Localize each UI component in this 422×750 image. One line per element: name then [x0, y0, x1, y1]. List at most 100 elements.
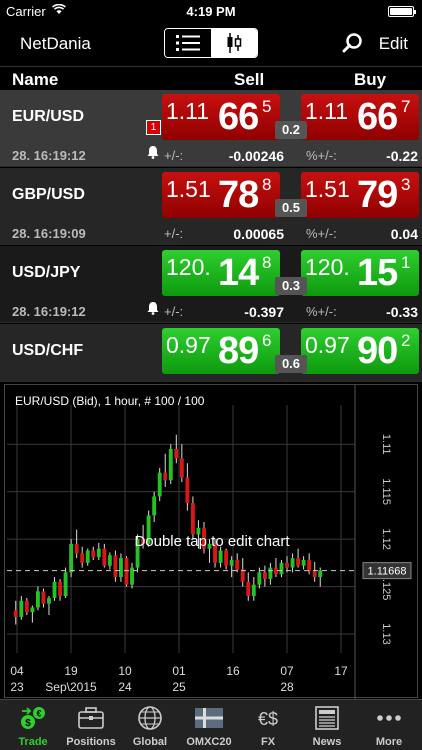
sell-quote[interactable]: 0.97 89 6 [162, 328, 280, 374]
candle-body [229, 559, 234, 566]
percent-change-label: %+/-: [306, 148, 337, 163]
tab-fx[interactable]: €$ FX [239, 700, 297, 750]
sell-price-prefix: 120. [166, 254, 211, 280]
candle-body [290, 558, 295, 568]
quote-row-usdchf[interactable]: USD/CHF 0.97 89 6 0.97 90 2 0.6 [0, 324, 422, 382]
candle-body [301, 559, 306, 566]
tab-label: Positions [66, 736, 116, 748]
more-icon [375, 705, 403, 731]
chart-title: EUR/USD (Bid), 1 hour, # 100 / 100 [15, 394, 205, 408]
candle-body [52, 581, 57, 598]
sell-price-pips: 66 [218, 96, 259, 138]
candle-body [168, 448, 173, 481]
spread-badge: 0.3 [275, 277, 307, 295]
change-value: -0.397 [244, 304, 284, 320]
tab-trade[interactable]: $ € Trade [4, 700, 62, 750]
chart-view-segment[interactable] [211, 29, 257, 57]
buy-price-fraction: 7 [401, 97, 411, 116]
price-chart[interactable]: 1.13 1.125 1.12 1.115 1.11 1.11668 04 19 10 01 16 0… [4, 384, 418, 699]
list-icon [176, 35, 200, 51]
tab-global[interactable]: Global [121, 700, 179, 750]
buy-price-fraction: 1 [401, 253, 411, 272]
tab-omxc20[interactable]: OMXC20 [180, 700, 238, 750]
candle-body [157, 472, 162, 497]
tab-more[interactable]: More [360, 700, 418, 750]
spread-badge: 0.5 [275, 199, 307, 217]
candle-body [119, 558, 123, 578]
spread-badge: 0.6 [275, 355, 307, 373]
candle-body [312, 571, 317, 578]
tab-label: FX [260, 736, 276, 748]
sell-column-header: Sell [234, 70, 265, 89]
candle-body [58, 581, 62, 597]
sell-price-pips: 89 [218, 330, 259, 372]
sell-price-fraction: 6 [262, 331, 272, 350]
quote-row-usdjpy[interactable]: USD/JPY 120. 14 8 120. 15 1 0.3 28. 16:1… [0, 246, 422, 323]
candle-body [85, 550, 90, 563]
list-view-segment[interactable] [165, 29, 211, 57]
quote-row-eurusd[interactable]: EUR/USD 1 1.11 66 5 1.11 66 7 0.2 28. 16… [0, 90, 422, 167]
symbol-name: USD/JPY [12, 264, 81, 281]
percent-change-value: -0.22 [386, 148, 418, 164]
candle-body [80, 553, 85, 563]
x-tick-label: 01 [172, 664, 186, 678]
quote-table-header: Name Sell Buy [0, 66, 422, 90]
view-toggle[interactable] [164, 28, 258, 58]
candle-body [174, 448, 179, 459]
buy-column-header: Buy [354, 70, 387, 89]
candle-body [268, 567, 273, 579]
x-tick-label: 04 [10, 664, 24, 678]
candle-body [19, 600, 24, 617]
candle-body [246, 581, 251, 597]
sell-price-fraction: 8 [262, 175, 272, 194]
candle-body [30, 607, 35, 613]
newspaper-icon [313, 705, 341, 731]
symbol-name: GBP/USD [12, 186, 85, 203]
battery-icon [388, 6, 416, 17]
clock: 4:19 PM [186, 4, 236, 19]
tab-label: More [375, 736, 403, 748]
y-tick-label: 1.115 [380, 478, 392, 505]
candle-body [218, 550, 223, 563]
last-price-label: 1.11668 [368, 566, 407, 578]
spread-badge: 0.2 [275, 121, 307, 139]
x-tick-label: 19 [64, 664, 78, 678]
tab-label: Trade [18, 736, 48, 748]
x-tick-label: 16 [226, 664, 240, 678]
sell-price-pips: 14 [218, 252, 259, 294]
x-tick-label: 07 [280, 664, 294, 678]
x-subtick-label: 24 [118, 680, 132, 694]
x-tick-label: 17 [334, 664, 348, 678]
candle-body [24, 600, 29, 613]
alert-count-badge: 1 [146, 120, 161, 135]
buy-price-fraction: 2 [401, 331, 411, 350]
svg-text:€$: €$ [258, 709, 278, 729]
candle-body [279, 562, 284, 575]
buy-quote[interactable]: 120. 15 1 [301, 250, 419, 296]
candle-body [240, 569, 245, 582]
edit-button[interactable]: Edit [379, 34, 408, 54]
buy-price-pips: 79 [357, 174, 398, 216]
tab-positions[interactable]: Positions [62, 700, 120, 750]
sell-price-pips: 78 [218, 174, 259, 216]
sell-quote[interactable]: 1.51 78 8 [162, 172, 280, 218]
status-bar: Carrier 4:19 PM [0, 0, 422, 22]
sell-quote[interactable]: 120. 14 8 [162, 250, 280, 296]
candle-body [124, 558, 129, 585]
candle-body [251, 584, 256, 597]
sell-quote[interactable]: 1.11 66 5 [162, 94, 280, 140]
candle-body [113, 555, 118, 578]
symbol-name: EUR/USD [12, 108, 85, 125]
candle-body [190, 503, 195, 535]
edit-chart-hint: Double tap to edit chart [134, 533, 290, 550]
buy-quote[interactable]: 1.11 66 7 [301, 94, 419, 140]
change-value: 0.00065 [233, 226, 284, 242]
buy-quote[interactable]: 1.51 79 3 [301, 172, 419, 218]
candle-body [152, 496, 157, 516]
buy-quote[interactable]: 0.97 90 2 [301, 328, 419, 374]
navigation-bar: NetDania Edit [0, 22, 422, 66]
quote-row-gbpusd[interactable]: GBP/USD 1.51 78 8 1.51 79 3 0.5 28. 16:1… [0, 168, 422, 245]
tab-news[interactable]: News [298, 700, 356, 750]
y-tick-label: 1.13 [380, 623, 392, 644]
search-icon[interactable] [342, 32, 364, 54]
